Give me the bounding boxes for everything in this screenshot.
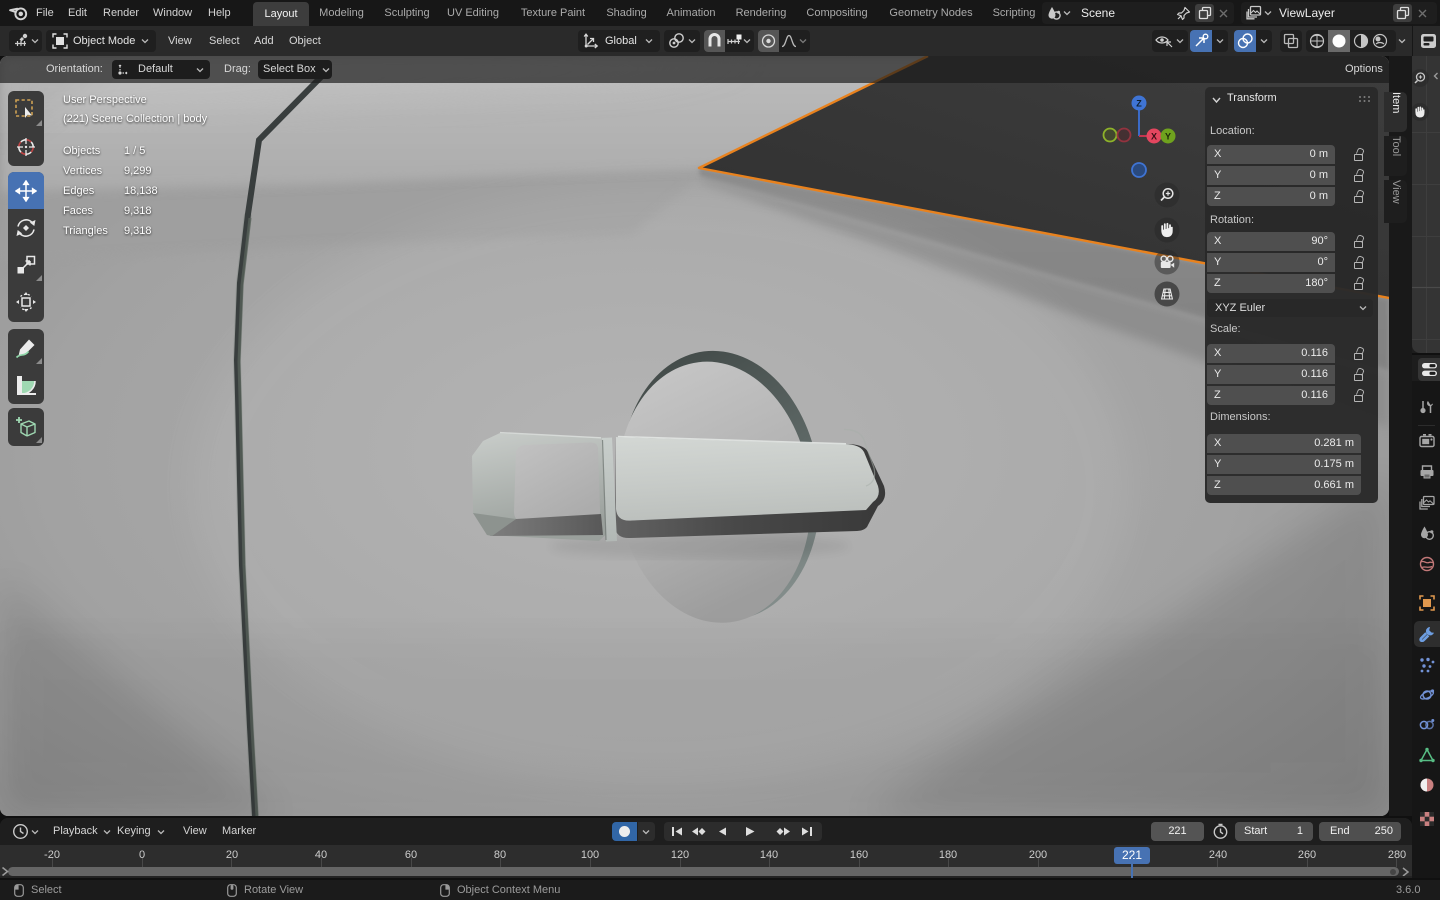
svg-text:X: X: [1151, 132, 1157, 142]
svg-text:Y: Y: [1165, 132, 1171, 142]
svg-text:Z: Z: [1136, 99, 1142, 109]
